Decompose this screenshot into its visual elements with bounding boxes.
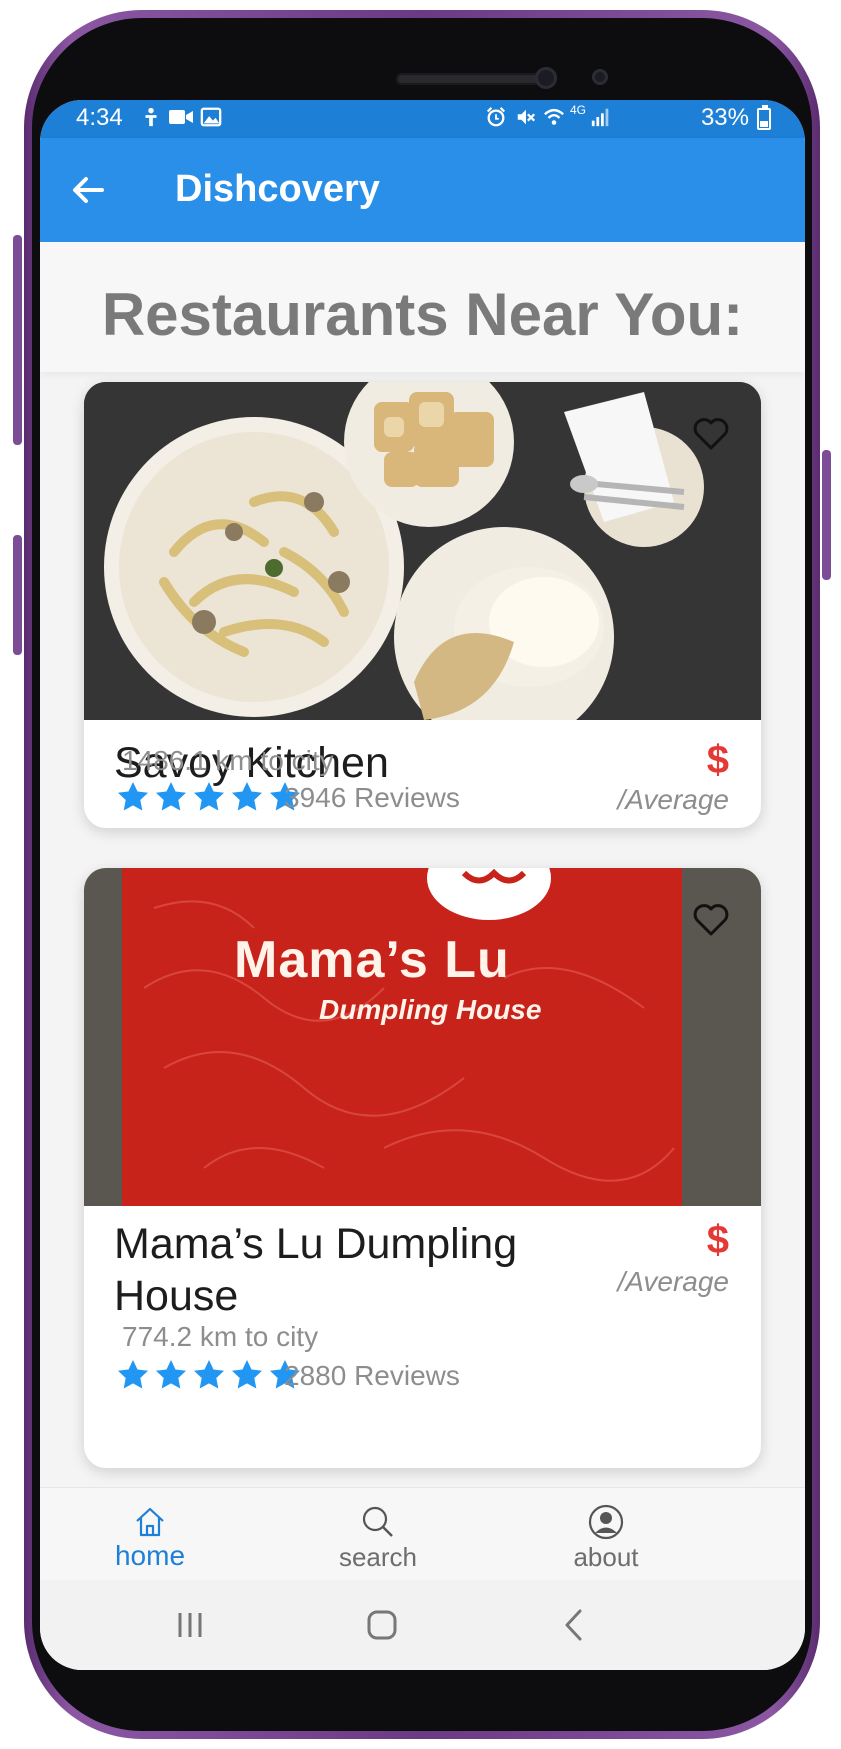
nav-home[interactable]: home <box>60 1488 240 1581</box>
power-button <box>822 450 831 580</box>
restaurant-card[interactable]: Savoy Kitchen $ /Average 1486.1 km to ci… <box>84 382 761 828</box>
app-bar: Dishcovery <box>40 138 805 242</box>
battery-icon <box>757 105 771 130</box>
review-count: 2880 Reviews <box>284 1360 460 1391</box>
account-circle-icon <box>588 1504 624 1540</box>
volume-button <box>13 235 22 445</box>
star-rating <box>116 780 302 814</box>
system-navigation-bar <box>40 1580 805 1670</box>
heading-band: Restaurants Near You: <box>40 242 805 372</box>
price-level: $ <box>706 1218 729 1262</box>
sensor <box>592 69 608 85</box>
back-arrow-icon[interactable] <box>68 170 108 210</box>
home-button-icon[interactable] <box>362 1605 402 1645</box>
restaurant-photo <box>84 382 761 720</box>
network-type-label: 4G <box>570 103 587 117</box>
accessibility-icon <box>145 107 157 127</box>
recent-apps-icon[interactable] <box>170 1605 210 1645</box>
photo-sign-title: Mama’s Lu <box>234 931 510 989</box>
back-button-icon[interactable] <box>555 1605 595 1645</box>
star-icon <box>118 782 148 811</box>
nav-search-label: search <box>338 1542 418 1572</box>
restaurant-card[interactable]: Mama’s Lu Dumpling House Mama’s Lu Dumpl… <box>84 868 761 1468</box>
alarm-icon <box>486 107 506 127</box>
price-level: $ <box>706 738 729 782</box>
earpiece-speaker <box>396 73 546 85</box>
front-camera <box>535 67 557 89</box>
nav-about-label: about <box>573 1542 639 1572</box>
star-icon <box>156 782 186 811</box>
star-icon <box>194 1360 224 1389</box>
distance-text: 1486.1 km to city <box>122 745 334 776</box>
status-bar: 4:34 4G 33% <box>40 100 805 138</box>
bottom-navigation: home search about <box>40 1487 805 1581</box>
star-icon <box>194 782 224 811</box>
bixby-button <box>13 535 22 655</box>
star-icon <box>232 1360 262 1389</box>
mute-icon <box>517 109 536 125</box>
favorite-heart-icon[interactable] <box>691 414 731 454</box>
star-icon <box>156 1360 186 1389</box>
nav-home-label: home <box>114 1540 186 1571</box>
nav-about[interactable]: about <box>516 1488 696 1581</box>
review-count: 3946 Reviews <box>284 782 460 813</box>
search-icon <box>362 1506 393 1537</box>
page-heading: Restaurants Near You: <box>101 281 744 348</box>
image-icon <box>200 107 222 127</box>
favorite-heart-icon[interactable] <box>691 900 731 940</box>
signal-icon <box>591 108 609 127</box>
home-icon <box>136 1507 164 1537</box>
star-icon <box>232 782 262 811</box>
wifi-icon <box>544 108 564 125</box>
nav-search[interactable]: search <box>288 1488 468 1581</box>
photo-sign-subtitle: Dumpling House <box>319 994 542 1025</box>
restaurant-name[interactable]: Mama’s Lu Dumpling House <box>114 1218 554 1322</box>
phone-screen: 4:34 4G 33% Dishcovery Restaurants Near … <box>40 100 805 1670</box>
price-label: /Average <box>617 784 729 815</box>
status-time: 4:34 <box>76 104 123 131</box>
video-icon <box>169 110 193 124</box>
app-title: Dishcovery <box>175 168 380 210</box>
star-rating <box>116 1358 302 1392</box>
star-icon <box>118 1360 148 1389</box>
battery-percent: 33% <box>700 104 749 131</box>
restaurant-photo <box>84 868 761 1206</box>
distance-text: 774.2 km to city <box>122 1321 319 1352</box>
price-label: /Average <box>617 1266 729 1297</box>
restaurant-list-view[interactable]: Restaurants Near You: Savoy Kitchen $ /A… <box>40 242 805 1487</box>
